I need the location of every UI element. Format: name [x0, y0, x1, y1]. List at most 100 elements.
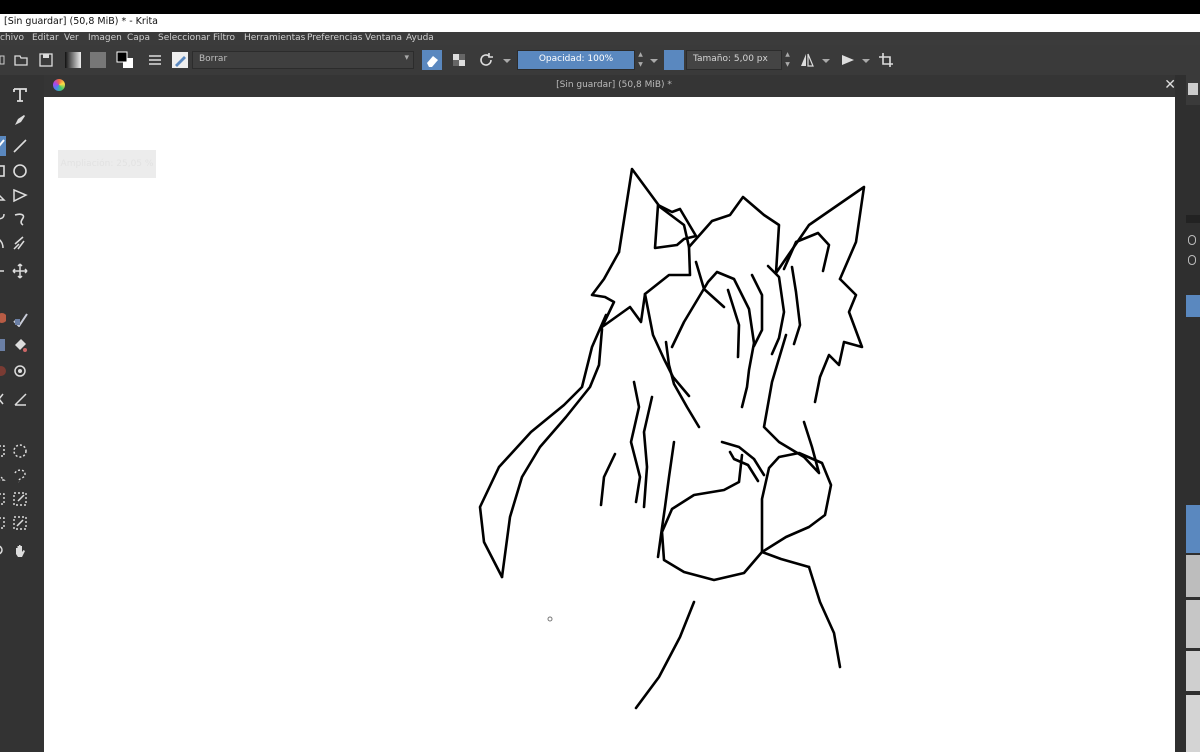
- assistant-tool-icon[interactable]: [0, 389, 6, 409]
- chevron-down-icon[interactable]: [648, 50, 660, 70]
- pan-hand-icon[interactable]: [10, 541, 30, 561]
- docker-layer-thumb[interactable]: [1186, 555, 1200, 597]
- document-tab-bar: [Sin guardar] (50,8 MiB) * ✕: [44, 75, 1184, 97]
- color-sampler-tool-icon[interactable]: [10, 361, 30, 381]
- smart-patch-tool-icon[interactable]: [10, 309, 30, 329]
- text-tool-icon[interactable]: [10, 85, 30, 105]
- collarbone: [728, 450, 760, 483]
- zoom-tool-icon[interactable]: [0, 541, 6, 561]
- mirror-horizontal-icon[interactable]: [797, 50, 817, 70]
- alpha-lock-icon[interactable]: [449, 50, 469, 70]
- docker-active-tab[interactable]: [1186, 295, 1200, 317]
- docker-layer-thumb[interactable]: [1186, 695, 1200, 752]
- docker-icon[interactable]: [1188, 83, 1198, 95]
- center-bang-5: [790, 265, 802, 346]
- docker-layer-thumb[interactable]: [1186, 600, 1200, 648]
- left-hair-fold: [642, 395, 654, 509]
- line-tool-icon[interactable]: [10, 136, 30, 156]
- chevron-down-icon[interactable]: [860, 50, 872, 70]
- opacity-slider[interactable]: Opacidad: 100%: [517, 50, 635, 70]
- opacity-label: Opacidad: 100%: [538, 54, 614, 64]
- mirror-vertical-icon[interactable]: [838, 50, 858, 70]
- menu-imagen[interactable]: Imagen: [88, 33, 122, 43]
- window-title: [Sin guardar] (50,8 MiB) * - Krita: [4, 16, 159, 27]
- right-ear-outline: [774, 185, 866, 281]
- brush-preset-combo[interactable]: Borrar ▾: [192, 51, 414, 69]
- chest-right-breast: [760, 451, 833, 554]
- brush-preset-icon[interactable]: [170, 50, 190, 70]
- similar-selection-icon[interactable]: [10, 489, 30, 509]
- menu-ayuda[interactable]: Ayuda: [406, 33, 434, 43]
- neck-left: [656, 440, 676, 559]
- colorize-mask-tool-icon[interactable]: [0, 309, 6, 329]
- docker-toggle-icon[interactable]: [1188, 235, 1196, 245]
- center-bang-4: [766, 264, 786, 356]
- toolbar-edge-icon[interactable]: [0, 50, 6, 70]
- menu-filtro[interactable]: Filtro: [213, 33, 235, 43]
- freehand-path-tool-icon[interactable]: [10, 209, 30, 229]
- multibrush-tool-icon[interactable]: [10, 233, 30, 253]
- face-left-cheek: [664, 340, 701, 429]
- size-swatch: [664, 50, 684, 70]
- elliptical-selection-icon[interactable]: [10, 441, 30, 461]
- drawing-canvas[interactable]: Ampliación: 25,05 %: [44, 97, 1175, 752]
- menu-editar[interactable]: Editar: [32, 33, 59, 43]
- freehand-selection-icon[interactable]: [10, 465, 30, 485]
- polygon-tool-icon[interactable]: [0, 185, 6, 205]
- center-bang-2: [726, 288, 741, 359]
- reload-preset-icon[interactable]: [476, 50, 496, 70]
- torso-left-side: [634, 600, 696, 710]
- fill-tool-icon[interactable]: [10, 335, 30, 355]
- docker-selected-layer[interactable]: [1186, 505, 1200, 553]
- chevron-down-icon[interactable]: [501, 50, 513, 70]
- calligraphy-tool-icon[interactable]: [10, 110, 30, 130]
- fg-bg-color-icon[interactable]: [115, 50, 135, 70]
- dynamic-brush-tool-icon[interactable]: [0, 233, 6, 253]
- blending-mode-icon[interactable]: [145, 50, 165, 70]
- face-outline: [670, 270, 756, 409]
- rectangle-tool-icon[interactable]: [0, 161, 6, 181]
- polygonal-selection-icon[interactable]: [0, 465, 6, 485]
- left-long-hair: [478, 313, 608, 579]
- menu-capa[interactable]: Capa: [127, 33, 150, 43]
- magnetic-selection-icon[interactable]: [10, 513, 30, 533]
- move-tool-icon[interactable]: [10, 261, 30, 281]
- menu-bar: chivo Editar Ver Imagen Capa Seleccionar…: [0, 32, 1200, 45]
- size-slider[interactable]: Tamaño: 5,00 px: [686, 50, 782, 70]
- wrap-around-icon[interactable]: [876, 50, 896, 70]
- menu-ver[interactable]: Ver: [64, 33, 79, 43]
- chevron-down-icon[interactable]: [820, 50, 832, 70]
- eraser-mode-icon[interactable]: [422, 50, 442, 70]
- crop-tool-icon[interactable]: [0, 261, 6, 281]
- polyline-tool-icon[interactable]: [10, 185, 30, 205]
- document-tab-title[interactable]: [Sin guardar] (50,8 MiB) *: [44, 80, 1184, 90]
- left-shoulder-hair: [599, 452, 617, 507]
- brush-toolbar: Borrar ▾ Opacidad: 100% ▲ ▼ Tamaño: 5,00 …: [0, 45, 1200, 76]
- menu-ventana[interactable]: Ventana: [365, 33, 402, 43]
- window-titlebar: [Sin guardar] (50,8 MiB) * - Krita: [0, 14, 1200, 33]
- bezier-selection-icon[interactable]: [0, 513, 6, 533]
- menu-herramientas[interactable]: Herramientas: [244, 33, 305, 43]
- torso-right-side: [807, 565, 842, 669]
- docker-layer-thumb[interactable]: [1186, 651, 1200, 691]
- bezier-tool-icon[interactable]: [0, 209, 6, 229]
- rectangular-selection-icon[interactable]: [0, 441, 6, 461]
- reference-images-tool-icon[interactable]: [0, 335, 6, 355]
- gradient-tool-icon[interactable]: [0, 361, 6, 381]
- pattern-icon[interactable]: [88, 50, 108, 70]
- gradient-icon[interactable]: [63, 50, 83, 70]
- right-long-hair: [762, 333, 821, 475]
- size-stepper[interactable]: ▲ ▼: [783, 50, 792, 70]
- open-file-icon[interactable]: [11, 50, 31, 70]
- ellipse-tool-icon[interactable]: [10, 161, 30, 181]
- freehand-brush-tool-icon[interactable]: [0, 136, 6, 156]
- contiguous-selection-icon[interactable]: [0, 489, 6, 509]
- measure-tool-icon[interactable]: [10, 389, 30, 409]
- right-side-hair: [813, 277, 864, 404]
- menu-preferencias[interactable]: Preferencias: [307, 33, 362, 43]
- opacity-stepper[interactable]: ▲ ▼: [636, 50, 645, 70]
- menu-seleccionar[interactable]: Seleccionar: [158, 33, 210, 43]
- save-file-icon[interactable]: [36, 50, 56, 70]
- menu-archivo[interactable]: chivo: [0, 33, 24, 43]
- docker-toggle-icon[interactable]: [1188, 255, 1196, 265]
